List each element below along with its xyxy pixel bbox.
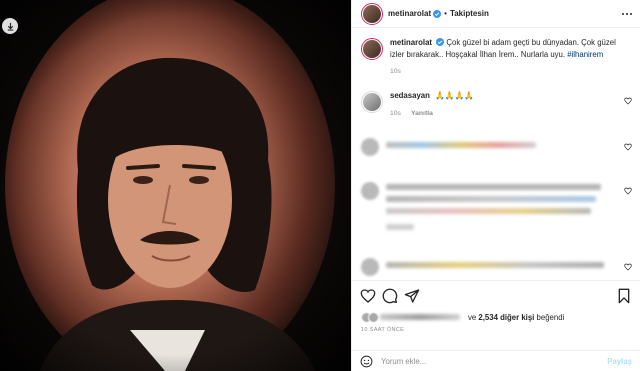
- comment-input[interactable]: [381, 356, 608, 366]
- redacted-avatar: [361, 182, 379, 200]
- post-actions-bar: [352, 280, 640, 310]
- comment-time[interactable]: 10s: [390, 108, 401, 120]
- likes-conjunction: ve: [468, 312, 477, 322]
- post-header: metinarolat • Takiptesin: [352, 0, 640, 28]
- redacted-avatar: [361, 138, 379, 156]
- portrait-image: [0, 0, 351, 371]
- author-username[interactable]: metinarolat: [388, 9, 431, 18]
- comment-item: sedasayan 🙏🙏🙏🙏 10s Yanıtla: [361, 90, 632, 119]
- caption-avatar[interactable]: [361, 38, 383, 60]
- redacted-comment: [361, 180, 632, 230]
- redacted-text: [386, 142, 536, 148]
- follow-status-button[interactable]: Takiptesin: [450, 9, 489, 18]
- comment-composer: Paylaş: [352, 350, 640, 371]
- redacted-text: [386, 184, 601, 190]
- commenter-username[interactable]: sedasayan: [390, 91, 430, 100]
- redacted-meta: [386, 224, 414, 230]
- post-sidebar: metinarolat • Takiptesin metinarolat Çok…: [351, 0, 640, 371]
- caption-username[interactable]: metinarolat: [390, 38, 432, 47]
- separator-dot: •: [444, 9, 447, 18]
- reply-button[interactable]: Yanıtla: [411, 108, 433, 120]
- redacted-comment: [361, 256, 632, 276]
- redacted-text: [386, 208, 591, 214]
- comments-list[interactable]: metinarolat Çok güzel bi adam geçti bu d…: [352, 28, 640, 280]
- heart-icon[interactable]: [624, 143, 632, 151]
- redacted-text: [386, 262, 604, 268]
- caption: metinarolat Çok güzel bi adam geçti bu d…: [361, 37, 632, 78]
- comment-icon[interactable]: [382, 288, 398, 304]
- liker-avatars: [361, 311, 379, 323]
- redacted-text: [386, 196, 596, 202]
- redacted-comment: [361, 136, 632, 156]
- post-comment-button[interactable]: Paylaş: [607, 357, 632, 366]
- verified-badge-icon: [436, 38, 445, 46]
- redacted-liker-name: [380, 314, 460, 320]
- likes-summary[interactable]: ve 2,534 diğer kişi beğendi: [361, 310, 632, 324]
- commenter-avatar[interactable]: [361, 91, 383, 113]
- caption-hashtag[interactable]: #ilhanirem: [567, 50, 603, 59]
- heart-icon[interactable]: [624, 263, 632, 271]
- post-photo[interactable]: [0, 0, 351, 371]
- heart-icon[interactable]: [624, 187, 632, 195]
- share-icon[interactable]: [404, 288, 420, 304]
- likes-count[interactable]: 2,534 diğer kişi: [478, 313, 534, 322]
- heart-icon[interactable]: [360, 288, 376, 304]
- emoji-icon[interactable]: [360, 355, 373, 368]
- heart-icon[interactable]: [624, 97, 632, 105]
- verified-badge-icon: [433, 9, 442, 18]
- caption-time[interactable]: 10s: [390, 66, 401, 78]
- download-icon[interactable]: [2, 18, 18, 34]
- bookmark-icon[interactable]: [616, 288, 632, 304]
- more-options-icon[interactable]: [622, 12, 632, 15]
- author-avatar[interactable]: [361, 2, 383, 25]
- post-timestamp[interactable]: 10 SAAT ÖNCE: [361, 327, 404, 333]
- likes-suffix: beğendi: [536, 312, 565, 322]
- redacted-avatar: [361, 258, 379, 276]
- comment-text: 🙏🙏🙏🙏: [435, 91, 474, 100]
